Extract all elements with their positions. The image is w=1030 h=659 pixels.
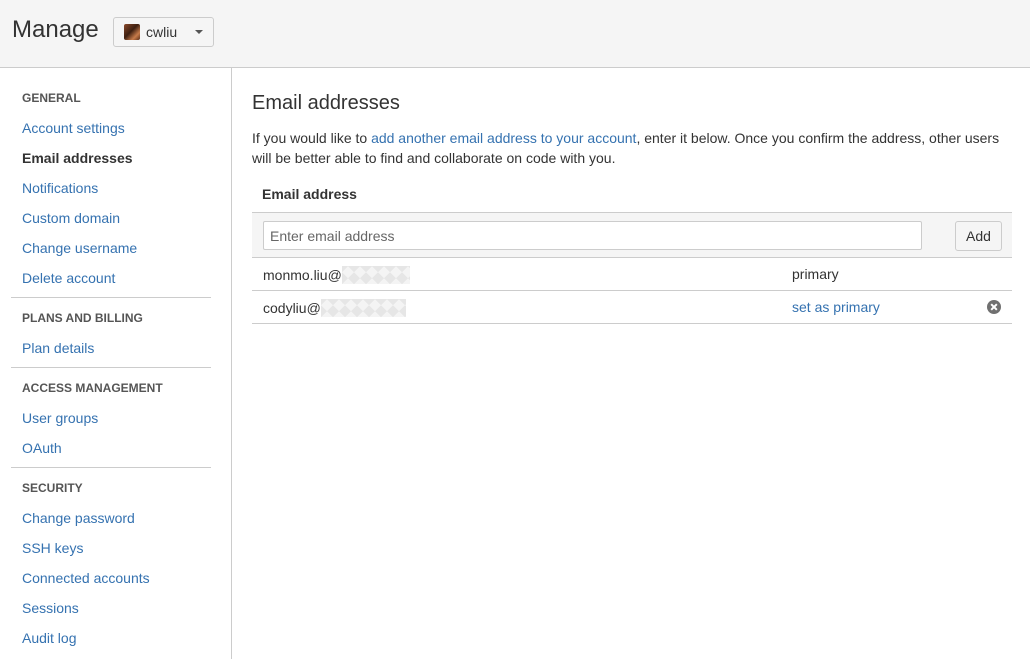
sidebar-section-security: SECURITY Change password SSH keys Connec…: [11, 473, 211, 653]
email-column-header: Email address: [262, 186, 357, 202]
email-address: codyliu@: [263, 299, 406, 317]
sidebar-item-sessions[interactable]: Sessions: [11, 593, 211, 623]
add-button[interactable]: Add: [955, 221, 1002, 251]
sidebar: GENERAL Account settings Email addresses…: [0, 68, 232, 659]
sidebar-item-account-settings[interactable]: Account settings: [11, 113, 211, 143]
intro-text-before: If you would like to: [252, 130, 372, 146]
set-as-primary-link[interactable]: set as primary: [792, 299, 880, 315]
sidebar-item-ssh-keys[interactable]: SSH keys: [11, 533, 211, 563]
table-row: codyliu@ set as primary: [252, 291, 1012, 324]
sidebar-item-user-groups[interactable]: User groups: [11, 403, 211, 433]
sidebar-item-delete-account[interactable]: Delete account: [11, 263, 211, 293]
sidebar-item-plan-details[interactable]: Plan details: [11, 333, 211, 363]
email-address: monmo.liu@: [263, 266, 410, 284]
add-email-link[interactable]: add another email address to your accoun…: [371, 130, 636, 146]
sidebar-item-notifications[interactable]: Notifications: [11, 173, 211, 203]
sidebar-item-audit-log[interactable]: Audit log: [11, 623, 211, 653]
sidebar-heading: GENERAL: [22, 91, 81, 105]
sidebar-divider: [11, 297, 211, 298]
sidebar-item-change-password[interactable]: Change password: [11, 503, 211, 533]
sidebar-divider: [11, 367, 211, 368]
sidebar-section-general: GENERAL Account settings Email addresses…: [11, 83, 211, 293]
redacted-domain: [320, 299, 406, 317]
sidebar-heading: SECURITY: [22, 481, 83, 495]
account-name: cwliu: [146, 24, 178, 40]
account-switcher-dropdown[interactable]: cwliu: [113, 17, 214, 47]
page-header: Manage cwliu: [0, 0, 1030, 68]
intro-text: If you would like to add another email a…: [252, 128, 1012, 168]
sidebar-item-change-username[interactable]: Change username: [11, 233, 211, 263]
section-title: Email addresses: [252, 92, 400, 114]
email-address-text: monmo.liu@: [263, 267, 342, 283]
primary-label: primary: [792, 266, 839, 282]
sidebar-heading: PLANS AND BILLING: [22, 311, 143, 325]
sidebar-item-email-addresses[interactable]: Email addresses: [11, 143, 211, 173]
email-input[interactable]: [263, 221, 922, 250]
sidebar-heading: ACCESS MANAGEMENT: [22, 381, 163, 395]
sidebar-divider: [11, 467, 211, 468]
page-title: Manage: [12, 16, 99, 43]
add-email-row: Add: [252, 212, 1012, 258]
sidebar-item-connected-accounts[interactable]: Connected accounts: [11, 563, 211, 593]
chevron-down-icon: [195, 30, 203, 34]
redacted-domain: [341, 266, 410, 284]
sidebar-item-oauth[interactable]: OAuth: [11, 433, 211, 463]
sidebar-section-access-management: ACCESS MANAGEMENT User groups OAuth: [11, 373, 211, 463]
table-row: monmo.liu@ primary: [252, 258, 1012, 291]
avatar: [124, 24, 140, 40]
remove-email-icon[interactable]: [987, 300, 1001, 314]
sidebar-item-custom-domain[interactable]: Custom domain: [11, 203, 211, 233]
email-address-text: codyliu@: [263, 300, 321, 316]
sidebar-section-plans-billing: PLANS AND BILLING Plan details: [11, 303, 211, 363]
